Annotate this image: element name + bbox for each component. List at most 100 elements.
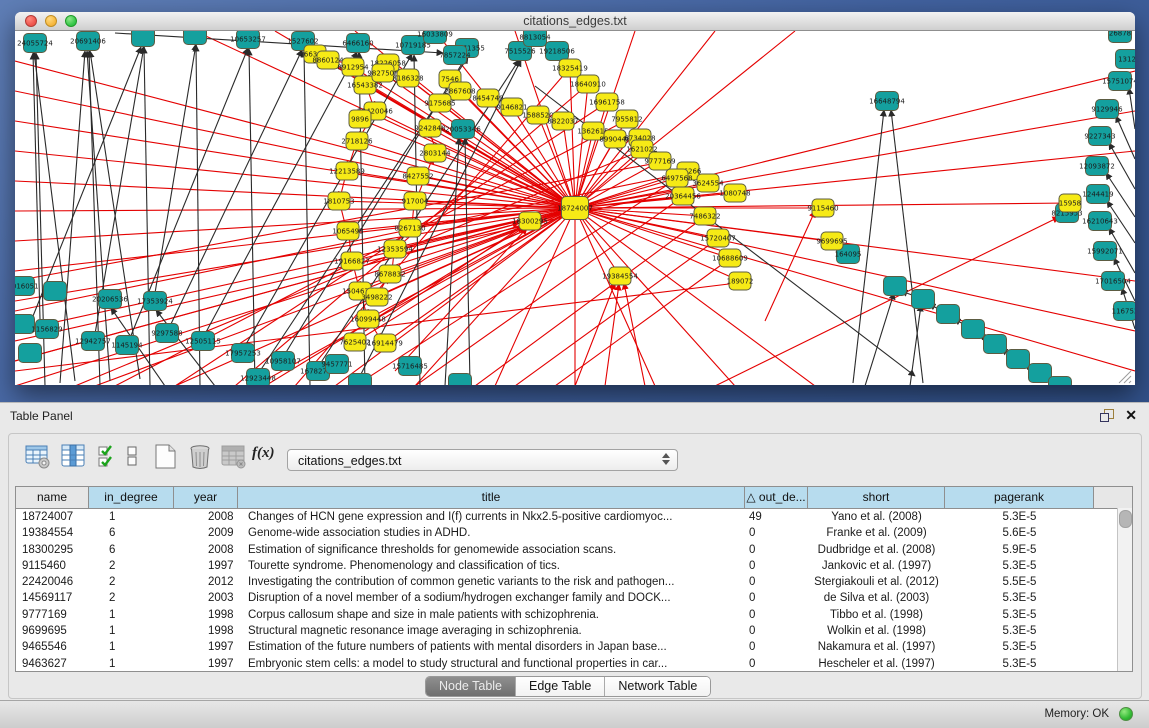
table-cell-pagerank: 5.6E-5	[945, 525, 1094, 541]
graph-edge[interactable]	[395, 228, 527, 371]
graph-edge[interactable]	[515, 240, 716, 385]
graph-node-teal[interactable]	[349, 374, 372, 386]
graph-edge[interactable]	[865, 293, 894, 385]
graph-node-teal[interactable]	[1029, 364, 1052, 383]
table-cell-title: Disruption of a novel member of a sodium…	[238, 590, 745, 606]
network-canvas[interactable]: 2405572420691406106532571527602646616010…	[15, 31, 1135, 385]
table-row[interactable]: 946554611997Estimation of the future num…	[16, 639, 1132, 655]
new-table-icon[interactable]	[152, 443, 180, 471]
tab-node-table[interactable]: Node Table	[426, 677, 516, 696]
table-cell-title: Estimation of significance thresholds fo…	[238, 542, 745, 558]
tab-network-table[interactable]: Network Table	[605, 677, 710, 696]
table-select-dropdown[interactable]: citations_edges.txt	[287, 449, 678, 471]
node-label: 7486322	[689, 213, 720, 221]
network-view[interactable]: 2405572420691406106532571527602646616010…	[15, 31, 1135, 385]
table-row[interactable]: 1872400712008Changes of HCN gene express…	[16, 509, 1132, 525]
table-cell-short: Jankovic et al. (1997)	[808, 558, 945, 574]
graph-node-teal[interactable]	[132, 31, 155, 47]
table-row[interactable]: 1938455462009Genome-wide association stu…	[16, 525, 1132, 541]
close-panel-icon[interactable]: ✕	[1125, 409, 1137, 422]
table-cell-title: Genome-wide association studies in ADHD.	[238, 525, 745, 541]
table-cell-year: 2012	[174, 574, 238, 590]
node-label: 24055724	[17, 40, 53, 48]
graph-node-teal[interactable]	[884, 277, 907, 296]
row-boxes-icon[interactable]	[124, 443, 142, 470]
node-label: 20053346	[445, 126, 481, 134]
column-header-pagerank[interactable]: pagerank	[945, 487, 1094, 508]
table-cell-name: 19384554	[16, 525, 89, 541]
node-label: 1080748	[719, 190, 750, 198]
graph-node-teal[interactable]	[184, 31, 207, 45]
node-label: 1527602	[287, 38, 318, 46]
node-label: 9115460	[807, 205, 838, 213]
table-cell-out_degree: 0	[745, 542, 808, 558]
graph-edge[interactable]	[15, 208, 575, 211]
table-cell-short: Nakamura et al. (1997)	[808, 639, 945, 655]
node-label: 18640910	[570, 81, 606, 89]
table-scrollbar[interactable]	[1117, 508, 1132, 671]
column-header-short[interactable]: short	[808, 487, 945, 508]
graph-node-teal[interactable]	[19, 344, 42, 363]
graph-node-teal[interactable]	[937, 305, 960, 324]
table-row[interactable]: 946362711997Embryonic stem cells: a mode…	[16, 656, 1132, 672]
import-table-disabled-icon	[220, 443, 248, 470]
table-row[interactable]: 1830029562008Estimation of significance …	[16, 542, 1132, 558]
table-scrollbar-thumb[interactable]	[1119, 510, 1132, 528]
delete-table-icon[interactable]	[186, 443, 214, 471]
table-row[interactable]: 2242004622012Investigating the contribut…	[16, 574, 1132, 590]
graph-node-teal[interactable]	[962, 320, 985, 339]
table-cell-year: 2009	[174, 525, 238, 541]
graph-edge[interactable]	[144, 47, 150, 385]
float-panel-icon[interactable]	[1100, 409, 1113, 422]
table-cell-title: Tourette syndrome. Phenomenology and cla…	[238, 558, 745, 574]
table-row[interactable]: 969969511998Structural magnetic resonanc…	[16, 623, 1132, 639]
column-header-out_degree[interactable]: △ out_de...	[745, 487, 808, 508]
table-cell-title: Investigating the contribution of common…	[238, 574, 745, 590]
graph-edge[interactable]	[575, 208, 1135, 371]
canvas-resize-grip[interactable]	[1119, 371, 1131, 383]
node-label: 1312	[1118, 56, 1135, 64]
node-label: 9297588	[151, 330, 182, 338]
column-header-name[interactable]: name	[16, 487, 89, 508]
node-label: 12923448	[240, 375, 276, 383]
graph-node-teal[interactable]	[44, 282, 67, 301]
table-panel-title: Table Panel	[10, 409, 73, 423]
graph-edge[interactable]	[415, 198, 681, 385]
column-header-in_degree[interactable]: in_degree	[89, 487, 174, 508]
node-label: 19218506	[539, 48, 575, 56]
graph-edge[interactable]	[1129, 88, 1135, 129]
table-cell-title: Corpus callosum shape and size in male p…	[238, 607, 745, 623]
column-display-icon[interactable]	[60, 443, 87, 470]
graph-node-teal[interactable]	[1007, 350, 1030, 369]
graph-node-teal[interactable]	[984, 335, 1007, 354]
graph-edge[interactable]	[575, 208, 655, 385]
column-header-year[interactable]: year	[174, 487, 238, 508]
graph-edge[interactable]	[170, 50, 302, 326]
table-cell-pagerank: 5.3E-5	[945, 590, 1094, 606]
function-builder-icon[interactable]: f(x)	[252, 445, 275, 462]
table-row[interactable]: 911546021997Tourette syndrome. Phenomeno…	[16, 558, 1132, 574]
column-header-title[interactable]: title	[238, 487, 745, 508]
window-titlebar[interactable]: citations_edges.txt	[15, 12, 1135, 31]
select-columns-icon[interactable]	[96, 443, 120, 470]
graph-edge[interactable]	[575, 71, 1135, 208]
memory-ok-indicator[interactable]	[1119, 707, 1133, 721]
graph-node-teal[interactable]	[449, 374, 472, 386]
table-cell-name: 9699695	[16, 623, 89, 639]
graph-node-teal[interactable]	[912, 290, 935, 309]
table-cell-pagerank: 5.3E-5	[945, 623, 1094, 639]
node-label: 7955812	[611, 116, 642, 124]
table-row[interactable]: 1456911722003Disruption of a novel membe…	[16, 590, 1132, 606]
table-cell-short: Franke et al. (2009)	[808, 525, 945, 541]
table-row[interactable]: 977716911998Corpus callosum shape and si…	[16, 607, 1132, 623]
node-label: 20206536	[92, 296, 128, 304]
node-label: 9146821	[496, 104, 527, 112]
node-label: 26878	[1109, 31, 1131, 38]
tab-edge-table[interactable]: Edge Table	[516, 677, 605, 696]
graph-node-teal[interactable]	[1049, 377, 1072, 386]
node-label: 1156829	[31, 326, 62, 334]
graph-edge[interactable]	[115, 33, 443, 53]
node-label: 7625402	[339, 339, 370, 347]
table-settings-icon[interactable]	[24, 443, 52, 470]
node-label: 8912954	[337, 64, 369, 72]
